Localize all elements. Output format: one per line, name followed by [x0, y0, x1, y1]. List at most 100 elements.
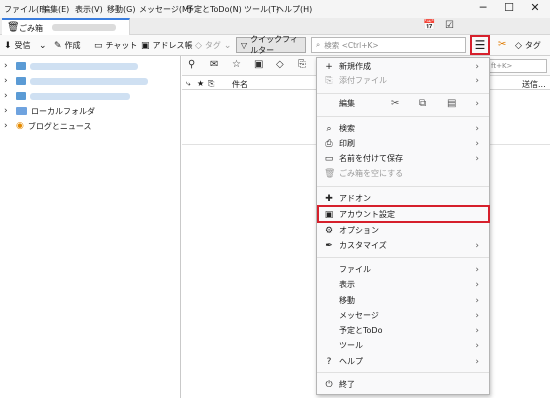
menu-go[interactable]: 移動(G) — [107, 4, 135, 15]
folder-icon — [16, 107, 27, 115]
redacted-account-name — [30, 92, 130, 100]
search-input[interactable]: ⌕ 検索 <Ctrl+K> — [311, 37, 466, 53]
chevron-right-icon[interactable]: › — [4, 61, 12, 71]
calendar-icon[interactable]: 📅 — [423, 20, 435, 31]
menu-message[interactable]: メッセージ(M) — [139, 4, 192, 15]
menu-tools[interactable]: ツール(T) — [244, 4, 279, 15]
chevron-right-icon: › — [475, 153, 479, 164]
paperclip-icon: ⎘ — [325, 75, 333, 86]
unread-icon[interactable]: ✉ — [210, 59, 218, 70]
menu-item-print[interactable]: ⎙ 印刷 › — [317, 136, 489, 151]
folder-row-local[interactable]: › ローカルフォルダ — [4, 104, 95, 118]
menu-item-file[interactable]: ファイル › — [317, 262, 489, 277]
chevron-right-icon[interactable]: › — [4, 91, 12, 101]
save-folder-icon: ▭ — [324, 153, 334, 164]
folder-row-account-1[interactable]: › — [4, 59, 138, 73]
thread-column-icon[interactable]: ⤷ — [186, 79, 190, 89]
folder-row-account-3[interactable]: › — [4, 89, 130, 103]
menu-item-edit[interactable]: 編集 ✂ ⧉ ▤ › — [317, 96, 489, 111]
tasks-icon[interactable]: ☑ — [445, 20, 454, 31]
attachment-column-icon[interactable]: ⎘ — [208, 79, 214, 89]
addon-icon[interactable]: ✂ — [498, 39, 506, 50]
quick-filter-button[interactable]: ▽ クイックフィルター — [236, 35, 306, 55]
menu-item-save-as[interactable]: ▭ 名前を付けて保存 › — [317, 151, 489, 166]
menu-item-empty-trash[interactable]: 🗑 ごみ箱を空にする — [317, 166, 489, 181]
menu-item-find[interactable]: ⌕ 検索 › — [317, 121, 489, 136]
tag-right-button[interactable]: ◇ タグ — [515, 39, 541, 52]
get-mail-dropdown[interactable]: ⌄ — [39, 39, 47, 52]
chat-button[interactable]: ▭ チャット — [94, 39, 137, 52]
star-column-icon[interactable]: ★ — [197, 79, 204, 88]
mail-account-icon — [16, 62, 26, 70]
folder-row-account-2[interactable]: › — [4, 74, 148, 88]
maximize-button[interactable]: ☐ — [502, 1, 516, 15]
menu-item-tools[interactable]: ツール › — [317, 338, 489, 353]
close-button[interactable]: ✕ — [528, 1, 542, 15]
menu-item-new[interactable]: + 新規作成 › — [317, 59, 489, 74]
plus-icon: + — [325, 61, 333, 72]
chevron-right-icon: › — [475, 295, 479, 306]
cut-icon[interactable]: ✂ — [391, 98, 399, 109]
menu-view[interactable]: 表示(V) — [75, 4, 103, 15]
minimize-button[interactable]: ─ — [476, 1, 490, 15]
menu-item-attachment[interactable]: ⎘ 添付ファイル › — [317, 73, 489, 88]
chevron-right-icon: › — [475, 138, 479, 149]
menu-item-customize[interactable]: ✒ カスタマイズ › — [317, 238, 489, 253]
redacted-account-name — [30, 62, 138, 70]
chevron-right-icon: › — [475, 340, 479, 351]
menu-item-help[interactable]: ? ヘルプ › — [317, 354, 489, 369]
menu-item-quit[interactable]: ⏻ 終了 — [317, 377, 489, 392]
tag-icon[interactable]: ◇ — [276, 59, 284, 70]
menu-item-options[interactable]: ⚙ オプション — [317, 223, 489, 238]
gear-icon: ⚙ — [324, 225, 334, 236]
tag-icon: ◇ — [515, 40, 522, 51]
menu-separator — [317, 186, 489, 187]
chevron-right-icon: › — [475, 325, 479, 336]
get-mail-button[interactable]: ⬇ 受信 — [4, 39, 31, 52]
search-icon: ⌕ — [326, 123, 332, 134]
chevron-right-icon: › — [475, 61, 479, 72]
trash-icon: 🗑 — [324, 168, 336, 179]
mail-account-icon — [16, 92, 26, 100]
chevron-right-icon[interactable]: › — [4, 76, 12, 86]
write-button[interactable]: ✎ 作成 — [54, 39, 81, 52]
menu-edit[interactable]: 編集(E) — [42, 4, 69, 15]
contact-icon[interactable]: ▣ — [254, 59, 263, 70]
folder-row-feeds[interactable]: › ◉ ブログとニュース — [4, 119, 91, 133]
pin-icon[interactable]: ⚲ — [188, 59, 195, 70]
tag-button[interactable]: ◇ タグ ⌄ — [195, 39, 231, 52]
app-menu-button[interactable]: ☰ — [470, 35, 490, 55]
menu-help[interactable]: ヘルプ(H) — [276, 4, 312, 15]
chevron-right-icon: › — [475, 264, 479, 275]
folder-pane: › › › › ローカルフォルダ › ◉ ブログとニュース — [0, 56, 181, 398]
printer-icon: ⎙ — [325, 138, 333, 149]
tab-trash[interactable]: 🗑 ごみ箱 — [2, 18, 130, 35]
attachment-icon[interactable]: ⎘ — [298, 59, 306, 70]
menu-item-message[interactable]: メッセージ › — [317, 308, 489, 323]
address-book-icon: ▣ — [141, 40, 150, 51]
chevron-right-icon: › — [475, 123, 479, 134]
help-icon: ? — [326, 356, 332, 367]
chevron-right-icon[interactable]: › — [4, 106, 12, 116]
menu-events[interactable]: 予定とToDo(N) — [186, 4, 242, 15]
tab-label: ごみ箱 — [19, 24, 43, 33]
filter-icon: ▽ — [241, 40, 248, 50]
menu-file[interactable]: ファイル(F) — [4, 4, 47, 15]
chevron-right-icon[interactable]: › — [4, 121, 12, 131]
menu-item-view[interactable]: 表示 › — [317, 277, 489, 292]
copy-icon[interactable]: ⧉ — [419, 98, 426, 109]
hamburger-icon: ☰ — [474, 38, 486, 52]
rss-icon: ◉ — [16, 121, 24, 131]
address-book-button[interactable]: ▣ アドレス帳 — [141, 39, 193, 52]
menu-separator — [317, 93, 489, 94]
menu-item-go[interactable]: 移動 › — [317, 293, 489, 308]
subject-column-header[interactable]: 件名 — [232, 79, 248, 90]
star-icon[interactable]: ☆ — [232, 59, 241, 70]
paintbrush-icon: ✒ — [325, 240, 333, 251]
paste-icon[interactable]: ▤ — [447, 98, 456, 109]
filter-input[interactable]: ft+K> — [487, 59, 547, 73]
menu-item-events-tasks[interactable]: 予定とToDo › — [317, 323, 489, 338]
chevron-right-icon: › — [475, 240, 479, 251]
sender-column-header[interactable]: 送信... — [522, 79, 546, 90]
menu-item-addons[interactable]: ✚ アドオン — [317, 191, 489, 206]
